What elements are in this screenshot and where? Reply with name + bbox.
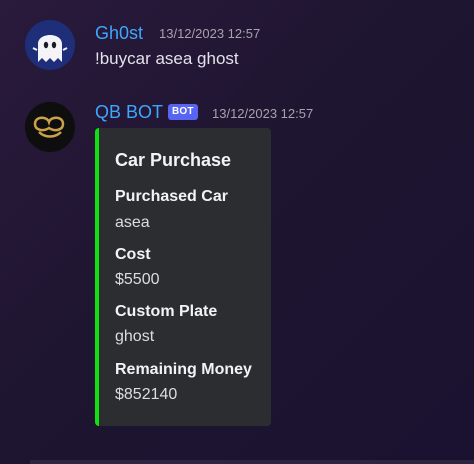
message-input-edge xyxy=(30,460,474,464)
embed-card: Car Purchase Purchased Car asea Cost $55… xyxy=(95,128,271,426)
username-gh0st[interactable]: Gh0st xyxy=(95,23,143,43)
message-timestamp: 13/12/2023 12:57 xyxy=(159,26,261,41)
username-qb-bot[interactable]: QB BOT xyxy=(95,102,163,122)
message-text: !buycar asea ghost xyxy=(95,49,239,68)
embed-accent-bar xyxy=(95,128,99,426)
embed-field-name: Cost xyxy=(115,246,151,263)
embed-field-name: Custom Plate xyxy=(115,303,218,320)
message-gh0st: Gh0st 13/12/2023 12:57 !buycar asea ghos… xyxy=(0,0,474,90)
embed-field-name: Remaining Money xyxy=(115,361,252,378)
qb-logo-avatar-icon[interactable] xyxy=(25,102,75,152)
bot-badge: BOT xyxy=(168,104,198,120)
embed-title: Car Purchase xyxy=(115,150,232,170)
embed-field-value: $852140 xyxy=(115,386,178,403)
embed-field-value: asea xyxy=(115,214,150,231)
embed-field-value: $5500 xyxy=(115,271,160,288)
embed-field-name: Purchased Car xyxy=(115,188,228,205)
chat-window: { "messages": [ { "username": "Gh0st", "… xyxy=(0,0,474,464)
ghost-avatar-icon[interactable] xyxy=(25,20,75,70)
message-timestamp: 13/12/2023 12:57 xyxy=(212,106,314,121)
embed-field-value: ghost xyxy=(115,328,155,345)
